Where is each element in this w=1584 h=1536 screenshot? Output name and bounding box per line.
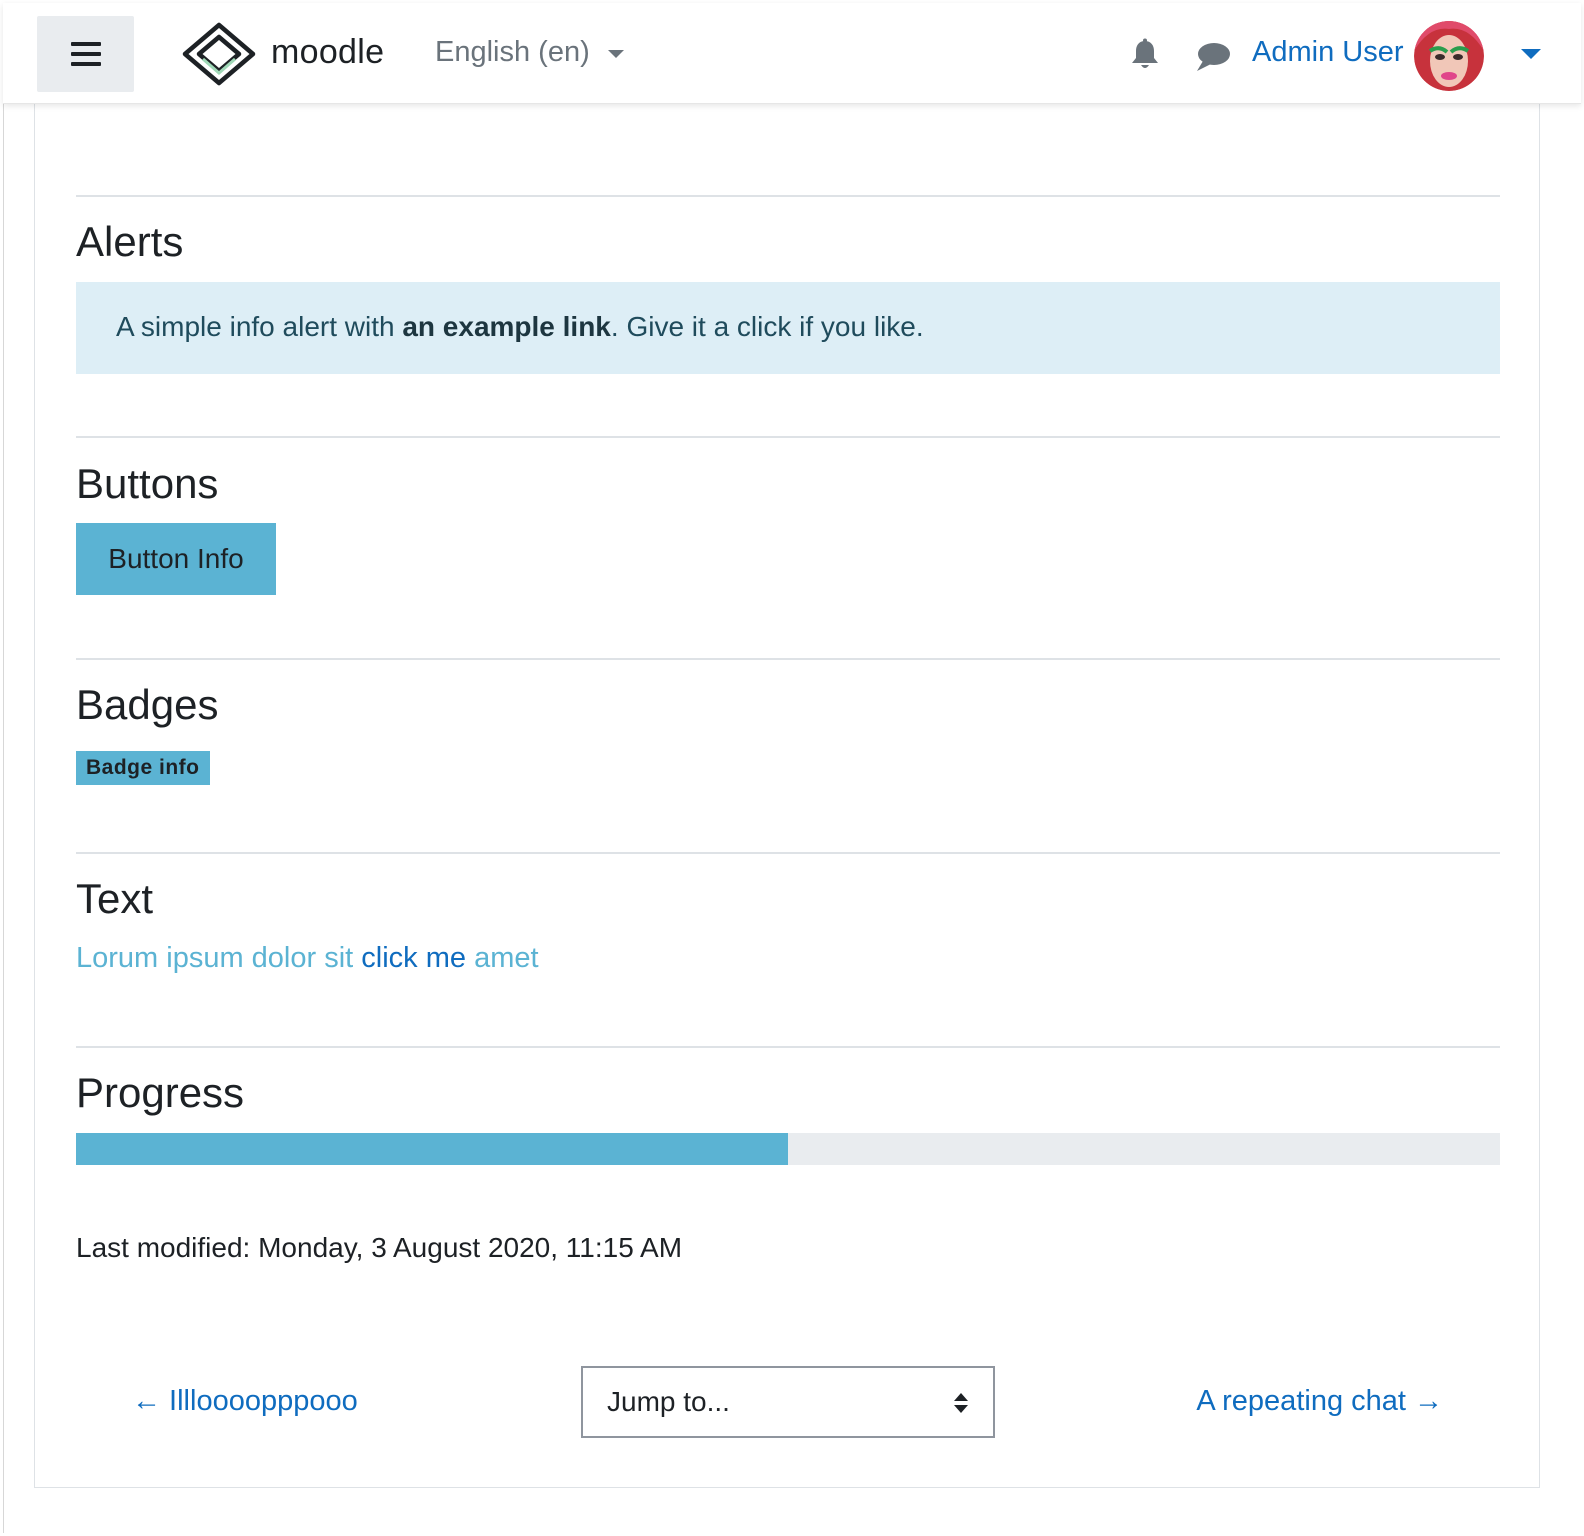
top-navbar: moodle English (en) Admin User <box>3 3 1581 104</box>
section-title-badges: Badges <box>76 681 219 728</box>
alert-text-before: A simple info alert with <box>116 311 403 342</box>
progress-bar-track <box>76 1133 1500 1165</box>
chat-bubble-icon[interactable] <box>1195 41 1231 73</box>
language-label: English (en) <box>435 36 590 68</box>
previous-activity-link[interactable]: ← Illloooopppooo <box>132 1385 358 1418</box>
click-me-link[interactable]: click me <box>361 942 466 974</box>
language-menu[interactable]: English (en) <box>435 36 624 69</box>
section-title-buttons: Buttons <box>76 460 219 507</box>
user-menu-name[interactable]: Admin User <box>1252 36 1404 69</box>
badge-info: Badge info <box>76 751 210 785</box>
section-title-text: Text <box>76 875 154 922</box>
next-activity-link[interactable]: A repeating chat → <box>1196 1385 1443 1418</box>
text-after: amet <box>466 942 539 974</box>
divider <box>76 436 1500 438</box>
select-arrows-icon <box>954 1393 968 1413</box>
main-content-card: Alerts A simple info alert with an examp… <box>34 104 1540 1488</box>
button-info[interactable]: Button Info <box>76 523 276 595</box>
section-title-alerts: Alerts <box>76 218 184 265</box>
divider <box>76 658 1500 660</box>
divider <box>76 852 1500 854</box>
divider <box>76 195 1500 197</box>
menu-icon <box>70 42 101 66</box>
avatar[interactable] <box>1414 21 1484 91</box>
moodle-logo[interactable] <box>181 21 257 87</box>
info-text: Lorum ipsum dolor sit click me amet <box>76 942 539 975</box>
section-title-progress: Progress <box>76 1069 245 1116</box>
chevron-down-icon <box>607 49 624 58</box>
text-before: Lorum ipsum dolor sit <box>76 942 362 974</box>
menu-toggle-button[interactable] <box>37 16 134 92</box>
jump-to-select[interactable]: Jump to... <box>581 1366 995 1438</box>
info-alert: A simple info alert with an example link… <box>76 282 1500 374</box>
user-menu-chevron-icon[interactable] <box>1521 49 1541 59</box>
bell-icon[interactable] <box>1128 38 1162 72</box>
jump-to-value: Jump to... <box>607 1386 730 1417</box>
progress-bar-fill <box>76 1133 788 1165</box>
alert-example-link[interactable]: an example link <box>402 311 611 342</box>
brand-name[interactable]: moodle <box>271 33 384 72</box>
alert-text-after: . Give it a click if you like. <box>610 311 924 342</box>
last-modified: Last modified: Monday, 3 August 2020, 11… <box>76 1232 683 1263</box>
divider <box>76 1046 1500 1048</box>
